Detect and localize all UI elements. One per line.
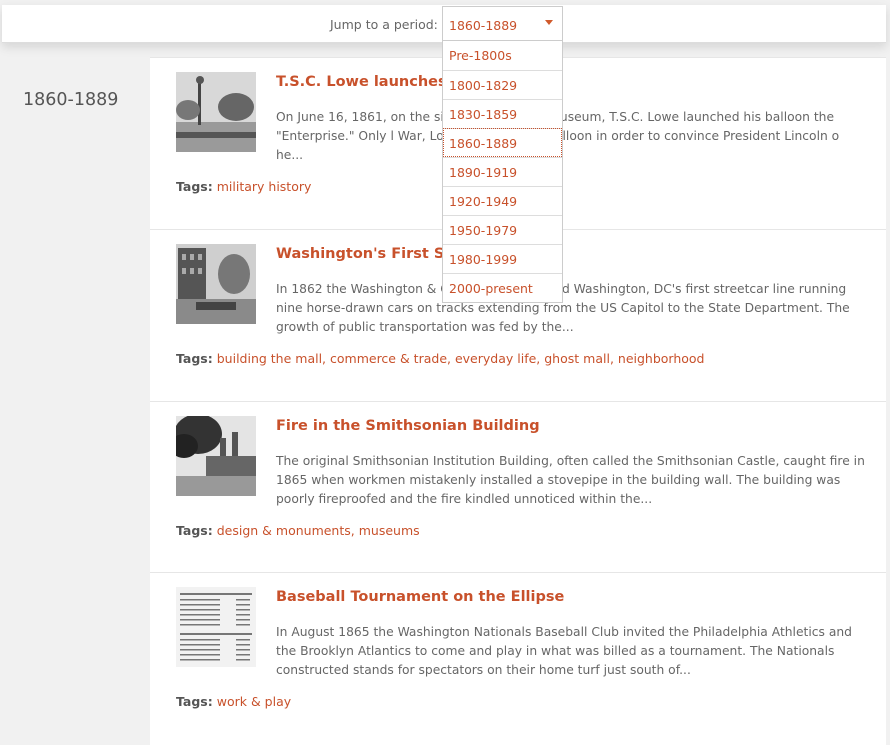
tags-label: Tags: <box>176 523 213 538</box>
period-option-1800-1829[interactable]: 1800-1829 <box>443 70 562 99</box>
article-title[interactable]: Fire in the Smithsonian Building <box>276 418 540 434</box>
tag-link[interactable]: everyday life <box>455 351 536 366</box>
tags-label: Tags: <box>176 694 213 709</box>
article-tags: Tags: work & play <box>176 694 291 709</box>
article-tags: Tags: military history <box>176 179 311 194</box>
period-option-pre-1800s[interactable]: Pre-1800s <box>443 41 562 70</box>
period-option-1830-1859[interactable]: 1830-1859 <box>443 99 562 128</box>
chevron-down-icon <box>545 20 553 25</box>
article-card: Baseball Tournament on the Ellipse In Au… <box>150 572 886 745</box>
article-thumbnail[interactable] <box>176 587 256 667</box>
article-card: Fire in the Smithsonian Building The ori… <box>150 401 886 572</box>
tag-link[interactable]: building the mall <box>217 351 322 366</box>
period-option-1920-1949[interactable]: 1920-1949 <box>443 186 562 215</box>
period-select[interactable]: 1860-1889 <box>442 6 563 40</box>
tag-link[interactable]: neighborhood <box>618 351 705 366</box>
article-excerpt: On June 16, 1861, on the site Air and Sp… <box>276 110 840 162</box>
article-thumbnail[interactable] <box>176 244 256 324</box>
article-excerpt: In 1862 the Washington & Ge Company open… <box>276 282 850 334</box>
article-tags: Tags: design & monuments, museums <box>176 523 420 538</box>
article-thumbnail[interactable] <box>176 416 256 496</box>
period-option-1950-1979[interactable]: 1950-1979 <box>443 215 562 244</box>
period-option-2000-present[interactable]: 2000-present <box>443 273 562 302</box>
tags-label: Tags: <box>176 351 213 366</box>
tag-link[interactable]: commerce & trade <box>330 351 447 366</box>
tag-link[interactable]: ghost mall <box>544 351 610 366</box>
tag-link[interactable]: design & monuments <box>217 523 351 538</box>
period-select-value: 1860-1889 <box>449 18 518 33</box>
article-tags: Tags: building the mall, commerce & trad… <box>176 351 705 366</box>
period-option-1980-1999[interactable]: 1980-1999 <box>443 244 562 273</box>
article-excerpt: The original Smithsonian Institution Bui… <box>276 454 865 506</box>
period-option-1860-1889[interactable]: 1860-1889 <box>443 128 562 157</box>
article-thumbnail[interactable] <box>176 72 256 152</box>
tag-link[interactable]: museums <box>359 523 420 538</box>
period-option-1890-1919[interactable]: 1890-1919 <box>443 157 562 186</box>
period-heading: 1860-1889 <box>23 90 119 110</box>
article-title[interactable]: Baseball Tournament on the Ellipse <box>276 589 564 605</box>
jump-label: Jump to a period: <box>330 17 438 32</box>
article-excerpt: In August 1865 the Washington Nationals … <box>276 625 852 677</box>
tags-label: Tags: <box>176 179 213 194</box>
period-options: Pre-1800s 1800-1829 1830-1859 1860-1889 … <box>442 40 563 303</box>
tag-link[interactable]: military history <box>217 179 312 194</box>
tag-link[interactable]: work & play <box>217 694 291 709</box>
